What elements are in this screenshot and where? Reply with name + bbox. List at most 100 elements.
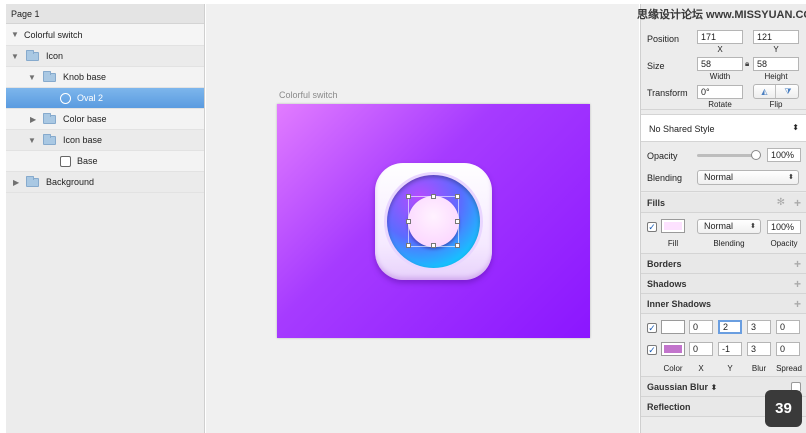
spread-caption: Spread	[776, 364, 802, 373]
opacity-slider-thumb[interactable]	[751, 150, 761, 160]
fill-color-swatch[interactable]	[661, 219, 685, 233]
opacity-field[interactable]: 100%	[767, 148, 801, 162]
layer-label: Oval 2	[77, 93, 104, 103]
width-field[interactable]: 58	[697, 57, 743, 71]
layer-label: Icon	[46, 51, 64, 61]
artboard-title[interactable]: Colorful switch	[279, 90, 338, 100]
color-caption: Color	[663, 364, 683, 373]
disclosure-triangle-icon[interactable]: ▶	[13, 172, 19, 193]
watermark-text: 思缘设计论坛 www.MISSYUAN.COM	[637, 9, 806, 21]
fill-opacity-field[interactable]: 100%	[767, 220, 801, 234]
oval-shape-icon	[60, 93, 71, 104]
inner-shadow-2-y[interactable]: -1	[718, 342, 742, 356]
layer-base[interactable]: Base	[6, 151, 204, 172]
inner-shadow-1-checkbox[interactable]: ✓	[647, 323, 657, 333]
chevron-updown-icon: ⬍	[710, 383, 718, 392]
add-shadow-icon[interactable]: +	[794, 274, 801, 294]
layer-label: Base	[77, 156, 98, 166]
inspector-panel: Position 171 121 X Y Size 58 🔒︎ 58 Width…	[640, 4, 806, 433]
size-label: Size	[647, 61, 665, 71]
inner-shadow-1-y[interactable]: 2	[718, 320, 742, 334]
inner-shadow-1-x[interactable]: 0	[689, 320, 713, 334]
reflection-title: Reflection	[647, 402, 691, 412]
inner-shadows-title: Inner Shadows	[647, 299, 712, 309]
flip-buttons: ◭ ⧩	[753, 84, 799, 99]
fills-title: Fills	[647, 198, 666, 208]
flip-horizontal-icon[interactable]: ◭	[754, 85, 776, 98]
folder-icon	[43, 113, 56, 124]
flip-caption: Flip	[769, 100, 783, 109]
inner-shadow-1-blur[interactable]: 3	[747, 320, 771, 334]
layer-style-section: Opacity 100% Blending Normal ⬍	[641, 146, 806, 192]
y-caption: Y	[773, 45, 779, 54]
disclosure-triangle-icon[interactable]: ▼	[11, 46, 19, 67]
flip-vertical-icon[interactable]: ⧩	[777, 85, 799, 98]
rectangle-shape-icon	[60, 156, 71, 167]
add-border-icon[interactable]: +	[794, 254, 801, 274]
inner-shadow-1-color	[664, 323, 682, 331]
layer-artboard-colorful-switch[interactable]: ▼ Colorful switch	[6, 24, 204, 46]
inner-shadow-2-blur[interactable]: 3	[747, 342, 771, 356]
position-label: Position	[647, 34, 680, 44]
blending-select[interactable]: Normal ⬍	[697, 170, 799, 185]
inner-shadows-header[interactable]: Inner Shadows +	[641, 294, 806, 314]
fill-enabled-checkbox[interactable]: ✓	[647, 222, 657, 232]
add-fill-icon[interactable]: +	[794, 193, 801, 213]
inner-shadow-1-spread[interactable]: 0	[776, 320, 800, 334]
layer-group-background[interactable]: ▶ Background	[6, 172, 204, 193]
inner-shadow-2-spread[interactable]: 0	[776, 342, 800, 356]
gear-icon[interactable]: ✻	[777, 193, 785, 213]
chevron-updown-icon: ⬍	[750, 223, 756, 230]
rotate-field[interactable]: 0°	[697, 85, 743, 99]
layer-oval-2[interactable]: Oval 2	[6, 88, 204, 109]
position-x-field[interactable]: 171	[697, 30, 743, 44]
page-selector[interactable]: Page 1	[6, 4, 204, 24]
layer-group-knob-base[interactable]: ▼ Knob base	[6, 67, 204, 88]
resize-handle[interactable]	[455, 243, 460, 248]
canvas[interactable]: Colorful switch	[206, 4, 639, 433]
folder-icon	[43, 134, 56, 145]
position-y-field[interactable]: 121	[753, 30, 799, 44]
resize-handle[interactable]	[431, 243, 436, 248]
resize-handle[interactable]	[406, 194, 411, 199]
disclosure-triangle-icon[interactable]: ▼	[28, 67, 36, 88]
inner-shadow-2-color-swatch[interactable]	[661, 342, 685, 356]
fills-header[interactable]: Fills ✻ +	[641, 193, 806, 213]
layer-label: Colorful switch	[24, 30, 83, 40]
icon-base-shape[interactable]	[375, 163, 492, 280]
resize-handle[interactable]	[431, 194, 436, 199]
disclosure-triangle-icon[interactable]: ▼	[28, 130, 36, 151]
shadows-title: Shadows	[647, 279, 687, 289]
layer-group-icon-base[interactable]: ▼ Icon base	[6, 130, 204, 151]
lock-icon[interactable]: 🔒︎	[745, 59, 749, 69]
height-field[interactable]: 58	[753, 57, 799, 71]
add-inner-shadow-icon[interactable]: +	[794, 294, 801, 314]
folder-icon	[26, 50, 39, 61]
borders-title: Borders	[647, 259, 682, 269]
width-caption: Width	[709, 72, 731, 81]
resize-handle[interactable]	[455, 194, 460, 199]
inner-shadow-2-x[interactable]: 0	[689, 342, 713, 356]
layer-group-icon[interactable]: ▼ Icon	[6, 46, 204, 67]
disclosure-triangle-icon[interactable]: ▼	[11, 24, 19, 46]
y-caption: Y	[727, 364, 733, 373]
opacity-slider[interactable]	[697, 150, 761, 160]
resize-handle[interactable]	[406, 219, 411, 224]
transform-label: Transform	[647, 88, 688, 98]
artboard[interactable]	[277, 104, 590, 338]
shadows-header[interactable]: Shadows +	[641, 274, 806, 294]
layer-group-color-base[interactable]: ▶ Color base	[6, 109, 204, 130]
gaussian-blur-title: Gaussian Blur	[647, 382, 709, 392]
shared-style-selector[interactable]: No Shared Style ⬍	[641, 114, 806, 142]
resize-handle[interactable]	[455, 219, 460, 224]
fill-row: ✓ Normal ⬍ 100% Fill Blending Opacity	[641, 214, 806, 254]
blending-value: Normal	[704, 172, 734, 182]
borders-header[interactable]: Borders +	[641, 254, 806, 274]
inner-shadow-2-checkbox[interactable]: ✓	[647, 345, 657, 355]
disclosure-triangle-icon[interactable]: ▶	[30, 109, 36, 130]
inner-shadow-1-color-swatch[interactable]	[661, 320, 685, 334]
fill-color	[664, 222, 682, 230]
resize-handle[interactable]	[406, 243, 411, 248]
fill-blending-select[interactable]: Normal ⬍	[697, 219, 761, 234]
layer-label: Color base	[63, 114, 107, 124]
